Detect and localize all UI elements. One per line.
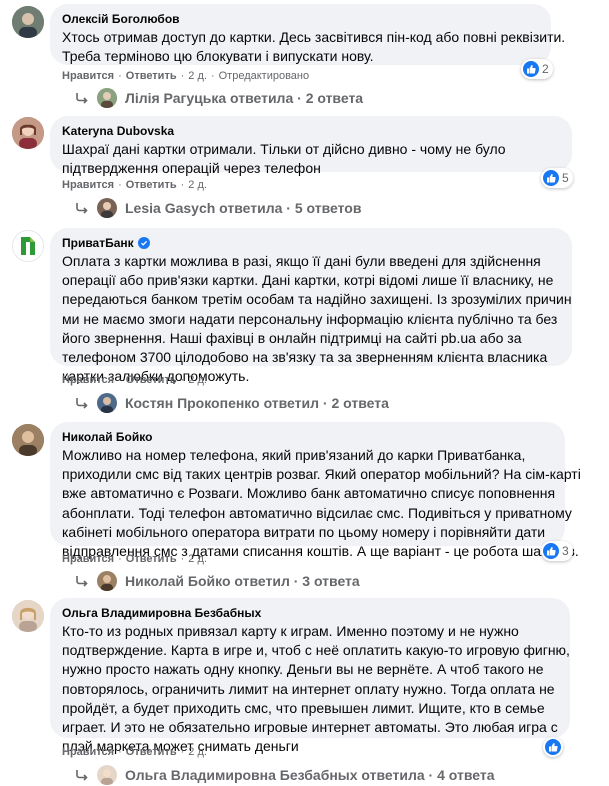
- reply-button[interactable]: Ответить: [126, 373, 177, 387]
- person-avatar-icon: [12, 600, 44, 632]
- comment-bubble: ПриватБанк Оплата з картки можлива в раз…: [50, 228, 572, 384]
- like-icon: [543, 170, 559, 186]
- like-icon: [543, 543, 559, 559]
- avatar[interactable]: [12, 424, 44, 456]
- avatar[interactable]: [12, 600, 44, 632]
- comment-actions: Нравится · Ответить · 2 д. · Отредактиро…: [62, 69, 310, 83]
- view-replies[interactable]: Ольга Владимировна Безбабных ответила · …: [75, 765, 495, 785]
- avatar[interactable]: [12, 230, 44, 262]
- comment-bubble: Ольга Владимировна Безбабных Кто-то из р…: [50, 598, 570, 754]
- timestamp[interactable]: 2 д.: [188, 373, 207, 387]
- replies-author[interactable]: Lesia Gasych ответила: [125, 200, 282, 216]
- reply-arrow-icon: [76, 93, 88, 104]
- timestamp[interactable]: 2 д.: [188, 745, 207, 759]
- reply-avatar: [97, 88, 117, 108]
- like-button[interactable]: Нравится: [62, 745, 114, 759]
- comment-text: Можливо на номер телефона, який прив'яза…: [62, 447, 581, 560]
- like-button[interactable]: Нравится: [62, 373, 114, 387]
- reply-arrow-icon: [76, 203, 88, 214]
- reply-arrow-icon: [76, 398, 88, 409]
- reply-avatar: [97, 198, 117, 218]
- like-button[interactable]: Нравится: [62, 69, 114, 83]
- reply-button[interactable]: Ответить: [126, 69, 177, 83]
- privatbank-logo-icon: [13, 231, 43, 261]
- verified-badge-icon: [137, 237, 150, 249]
- replies-author[interactable]: Лілія Рагуцька ответила: [125, 90, 293, 106]
- comment-author[interactable]: ПриватБанк: [62, 235, 560, 251]
- comment-actions: Нравится · Ответить · 2 д.: [62, 552, 207, 566]
- comment-text: Оплата з картки можлива в разі, якщо її …: [62, 253, 572, 385]
- person-avatar-icon: [12, 117, 44, 149]
- view-replies[interactable]: Николай Бойко ответил · 3 ответа: [75, 571, 360, 591]
- person-avatar-icon: [12, 424, 44, 456]
- reply-avatar: [97, 765, 117, 785]
- avatar[interactable]: [12, 117, 44, 149]
- comment-author[interactable]: Ольга Владимировна Безбабных: [62, 605, 558, 621]
- reply-avatar: [97, 571, 117, 591]
- replies-count[interactable]: 5 ответов: [295, 200, 362, 216]
- reply-avatar: [97, 393, 117, 413]
- comment-author[interactable]: Kateryna Dubovska: [62, 123, 560, 139]
- replies-count[interactable]: 3 ответа: [302, 573, 359, 589]
- replies-count[interactable]: 4 ответа: [437, 767, 494, 783]
- reaction-count[interactable]: 3: [541, 541, 573, 561]
- reaction-count[interactable]: [543, 737, 563, 757]
- timestamp[interactable]: 2 д.: [188, 552, 207, 566]
- like-button[interactable]: Нравится: [62, 178, 114, 192]
- replies-author[interactable]: Костян Прокопенко ответил: [125, 395, 319, 411]
- reaction-count[interactable]: 2: [521, 59, 553, 79]
- like-button[interactable]: Нравится: [62, 552, 114, 566]
- replies-author[interactable]: Ольга Владимировна Безбабных ответила: [125, 767, 425, 783]
- like-icon: [545, 739, 561, 755]
- reply-button[interactable]: Ответить: [126, 745, 177, 759]
- replies-count[interactable]: 2 ответа: [306, 90, 363, 106]
- edited-label[interactable]: Отредактировано: [219, 69, 310, 83]
- comment-actions: Нравится · Ответить · 2 д.: [62, 178, 207, 192]
- comment-text: Кто-то из родных привязал карту к играм.…: [62, 623, 570, 755]
- avatar[interactable]: [12, 6, 44, 38]
- view-replies[interactable]: Lesia Gasych ответила · 5 ответов: [75, 198, 361, 218]
- reply-button[interactable]: Ответить: [126, 552, 177, 566]
- reply-arrow-icon: [76, 770, 88, 781]
- comment-actions: Нравится · Ответить · 2 д.: [62, 373, 207, 387]
- reply-arrow-icon: [76, 576, 88, 587]
- like-icon: [523, 61, 539, 77]
- person-avatar-icon: [12, 6, 44, 38]
- comment-author[interactable]: Олексій Боголюбов: [62, 11, 539, 27]
- comment-bubble: Kateryna Dubovska Шахраї дані картки отр…: [50, 116, 572, 176]
- reaction-count[interactable]: 5: [541, 168, 573, 188]
- view-replies[interactable]: Лілія Рагуцька ответила · 2 ответа: [75, 88, 363, 108]
- replies-author[interactable]: Николай Бойко ответил: [125, 573, 290, 589]
- timestamp[interactable]: 2 д.: [188, 178, 207, 192]
- comment-author[interactable]: Николай Бойко: [62, 429, 553, 445]
- view-replies[interactable]: Костян Прокопенко ответил · 2 ответа: [75, 393, 389, 413]
- comment-actions: Нравится · Ответить · 2 д.: [62, 745, 207, 759]
- comment-bubble: Олексій Боголюбов Хтось отримав доступ д…: [50, 4, 566, 65]
- reply-button[interactable]: Ответить: [126, 178, 177, 192]
- comment-text: Шахраї дані картки отримали. Тільки от д…: [62, 141, 506, 177]
- comment-text: Хтось отримав доступ до картки. Десь зас…: [62, 29, 566, 65]
- timestamp[interactable]: 2 д.: [188, 69, 207, 83]
- comment-bubble: Николай Бойко Можливо на номер телефона,…: [50, 422, 581, 559]
- replies-count[interactable]: 2 ответа: [331, 395, 388, 411]
